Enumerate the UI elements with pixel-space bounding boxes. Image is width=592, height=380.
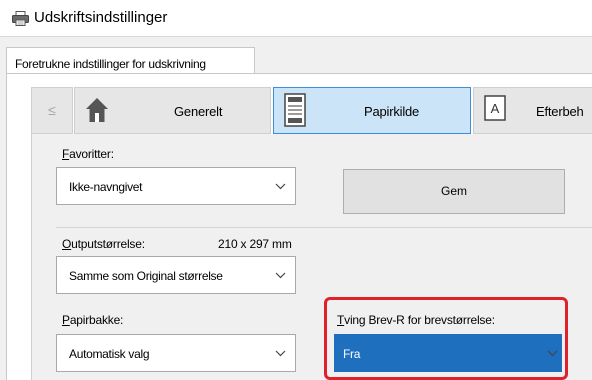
chevron-down-icon	[547, 350, 558, 357]
nav-tab-label: Generelt	[174, 104, 223, 119]
printer-icon	[12, 11, 29, 26]
force-letter-label: Tving Brev-R for brevstørrelse:	[337, 313, 495, 327]
tab-strip: Foretrukne indstillinger for udskrivning	[0, 44, 592, 74]
force-letter-dropdown[interactable]: Fra	[334, 334, 562, 372]
chevron-down-icon	[275, 350, 286, 357]
nav-tab-label: Efterbeh	[536, 104, 584, 119]
favorites-dropdown[interactable]: Ikke-navngivet	[56, 167, 296, 205]
output-size-dimensions: 210 x 297 mm	[218, 237, 292, 251]
divider	[56, 227, 592, 228]
paper-tray-label: Papirbakke:	[62, 313, 124, 327]
chevron-down-icon	[275, 272, 286, 279]
chevron-down-icon	[275, 183, 286, 190]
save-favorite-button[interactable]: Gem	[343, 169, 565, 214]
finishing-icon: A	[484, 95, 506, 121]
nav-tab-generelt[interactable]: Generelt	[74, 87, 271, 134]
nav-prev-button[interactable]: ≤	[31, 87, 73, 134]
output-size-dropdown[interactable]: Samme som Original størrelse	[56, 256, 296, 294]
svg-text:A: A	[491, 101, 500, 116]
paper-tray-dropdown[interactable]: Automatisk valg	[56, 334, 296, 372]
favorites-label: Favoritter:	[62, 147, 114, 161]
output-size-value: Samme som Original størrelse	[69, 269, 223, 283]
paper-tray-value: Automatisk valg	[69, 347, 150, 361]
favorites-value: Ikke-navngivet	[69, 180, 143, 194]
home-icon	[86, 98, 108, 122]
paper-tray-icon	[284, 93, 306, 127]
window-title: Udskriftsindstillinger	[34, 9, 168, 26]
tab-preferences[interactable]: Foretrukne indstillinger for udskrivning	[6, 47, 255, 74]
nav-tab-label: Papirkilde	[364, 104, 420, 119]
nav-tab-papirkilde[interactable]: Papirkilde	[273, 87, 471, 134]
force-letter-value: Fra	[343, 347, 361, 361]
nav-tab-efterbehandling[interactable]: A Efterbeh	[473, 87, 592, 134]
title-bar: Udskriftsindstillinger	[0, 0, 592, 37]
output-size-label: Outputstørrelse:	[62, 237, 145, 251]
